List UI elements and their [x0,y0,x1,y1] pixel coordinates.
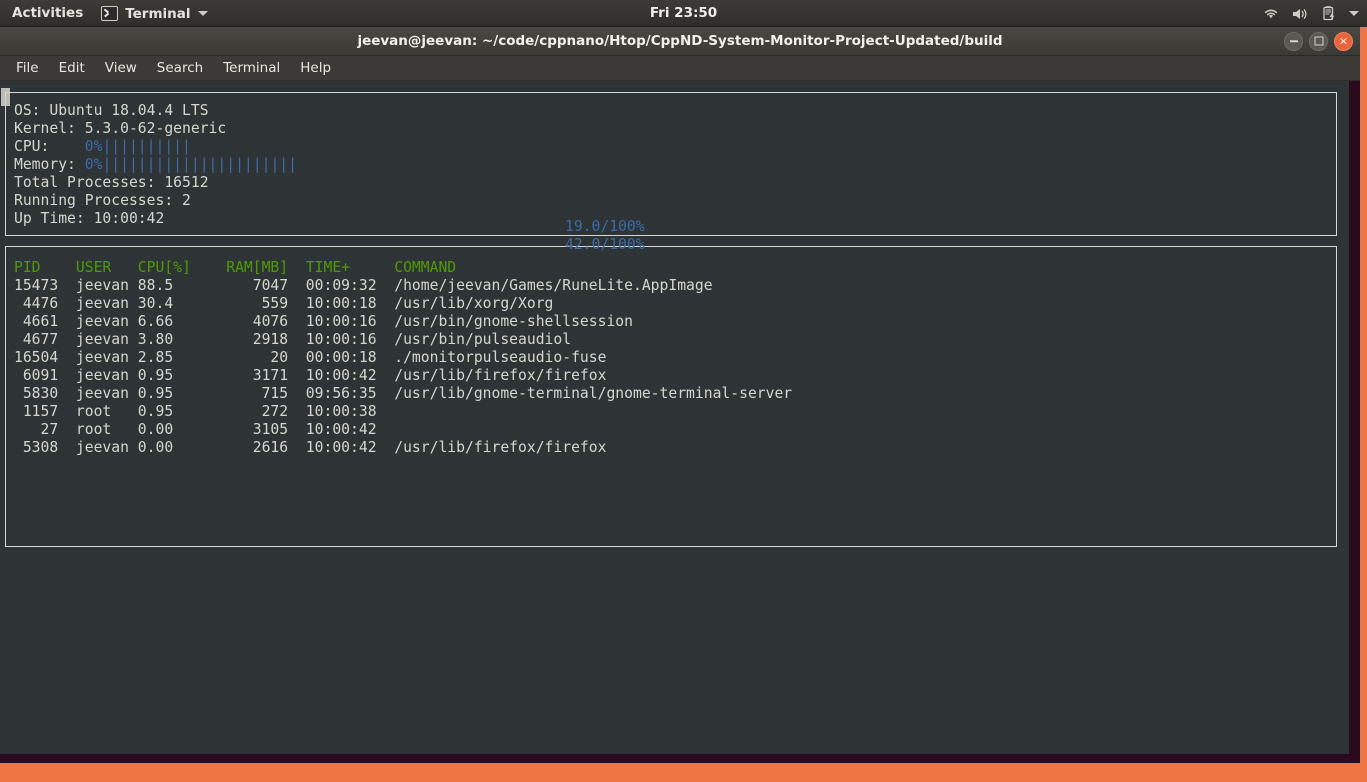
cpu-usage-value: 19.0/100% [565,218,645,235]
cpu-label: CPU: [14,138,85,155]
menu-item-edit[interactable]: Edit [49,57,95,79]
desktop-right-strip [1360,27,1367,763]
window-titlebar[interactable]: jeevan@jeevan: ~/code/cppnano/Htop/CppND… [0,27,1360,56]
chevron-down-icon [197,11,208,16]
cpu-line: CPU: 0%|||||||||| [14,138,297,156]
os-line: OS: Ubuntu 18.04.4 LTS [14,102,297,120]
total-processes-line: Total Processes: 16512 [14,174,297,192]
close-button[interactable]: × [1334,31,1353,51]
uptime-line: Up Time: 10:00:42 [14,210,297,228]
terminal-icon [101,6,119,21]
menu-item-view[interactable]: View [95,57,147,79]
kernel-label: Kernel: [14,120,85,137]
cpu-bar: |||||||||| [102,138,191,155]
process-table: PID USER CPU[%] RAM[MB] TIME+ COMMAND 15… [14,259,792,457]
memory-line: Memory: 0%|||||||||||||||||||||| [14,156,297,174]
terminal-window: jeevan@jeevan: ~/code/cppnano/Htop/CppND… [0,27,1360,763]
minimize-button[interactable] [1284,31,1303,51]
app-menu-label: Terminal [125,5,191,22]
table-row[interactable]: 4677 jeevan 3.80 2918 10:00:16 /usr/bin/… [14,331,792,349]
window-controls: × [1284,27,1353,55]
os-label: OS: [14,102,50,119]
menu-item-file[interactable]: File [6,57,49,79]
menu-item-terminal[interactable]: Terminal [213,57,290,79]
desktop-bottom-strip [0,763,1367,782]
window-title: jeevan@jeevan: ~/code/cppnano/Htop/CppND… [357,33,1003,49]
chevron-down-icon[interactable] [1349,11,1359,16]
system-tray [1263,0,1359,27]
cpu-bar-prefix: 0% [84,138,103,155]
memory-bar: |||||||||||||||||||||| [102,156,297,173]
total-processes-label: Total Processes: [14,174,165,191]
table-row[interactable]: 1157 root 0.95 272 10:00:38 [14,403,792,421]
terminal-right-edge [1349,81,1360,763]
wifi-icon[interactable] [1263,7,1279,21]
running-processes-line: Running Processes: 2 [14,192,297,210]
activities-button[interactable]: Activities [0,0,93,27]
table-row[interactable]: 27 root 0.00 3105 10:00:42 [14,421,792,439]
table-row[interactable]: 5830 jeevan 0.95 715 09:56:35 /usr/lib/g… [14,385,792,403]
volume-icon[interactable] [1292,7,1309,21]
battery-icon[interactable] [1322,6,1336,21]
uptime-value: 10:00:42 [93,210,165,227]
memory-usage-value: 42.0/100% [565,236,645,253]
table-row[interactable]: 4476 jeevan 30.4 559 10:00:18 /usr/lib/x… [14,295,792,313]
os-value: Ubuntu 18.04.4 LTS [49,102,209,119]
total-processes-value: 16512 [164,174,209,191]
maximize-button[interactable] [1309,31,1328,51]
running-processes-label: Running Processes: [14,192,183,209]
close-icon: × [1338,34,1349,48]
table-row[interactable]: 6091 jeevan 0.95 3171 10:00:42 /usr/lib/… [14,367,792,385]
kernel-value: 5.3.0-62-generic [84,120,227,137]
kernel-line: Kernel: 5.3.0-62-generic [14,120,297,138]
running-processes-value: 2 [182,192,191,209]
terminal-body[interactable]: OS: Ubuntu 18.04.4 LTS Kernel: 5.3.0-62-… [0,81,1360,763]
table-row[interactable]: 4661 jeevan 6.66 4076 10:00:16 /usr/bin/… [14,313,792,331]
desktop-screen: Activities Terminal Fri 23:50 jeevan@jee… [0,0,1367,782]
process-table-header: PID USER CPU[%] RAM[MB] TIME+ COMMAND [14,259,457,276]
app-menu-terminal[interactable]: Terminal [93,6,215,22]
uptime-label: Up Time: [14,210,94,227]
table-row[interactable]: 5308 jeevan 0.00 2616 10:00:42 /usr/lib/… [14,439,792,457]
terminal-bottom-edge [0,754,1360,763]
memory-bar-prefix: 0% [84,156,103,173]
gnome-top-bar: Activities Terminal Fri 23:50 [0,0,1367,27]
menu-item-search[interactable]: Search [147,57,213,79]
menu-bar: File Edit View Search Terminal Help [0,56,1360,81]
menu-item-help[interactable]: Help [290,57,341,79]
table-row[interactable]: 15473 jeevan 88.5 7047 00:09:32 /home/je… [14,277,792,295]
memory-label: Memory: [14,156,85,173]
table-row[interactable]: 16504 jeevan 2.85 20 00:00:18 ./monitorp… [14,349,792,367]
system-info-lines: OS: Ubuntu 18.04.4 LTS Kernel: 5.3.0-62-… [14,102,297,228]
